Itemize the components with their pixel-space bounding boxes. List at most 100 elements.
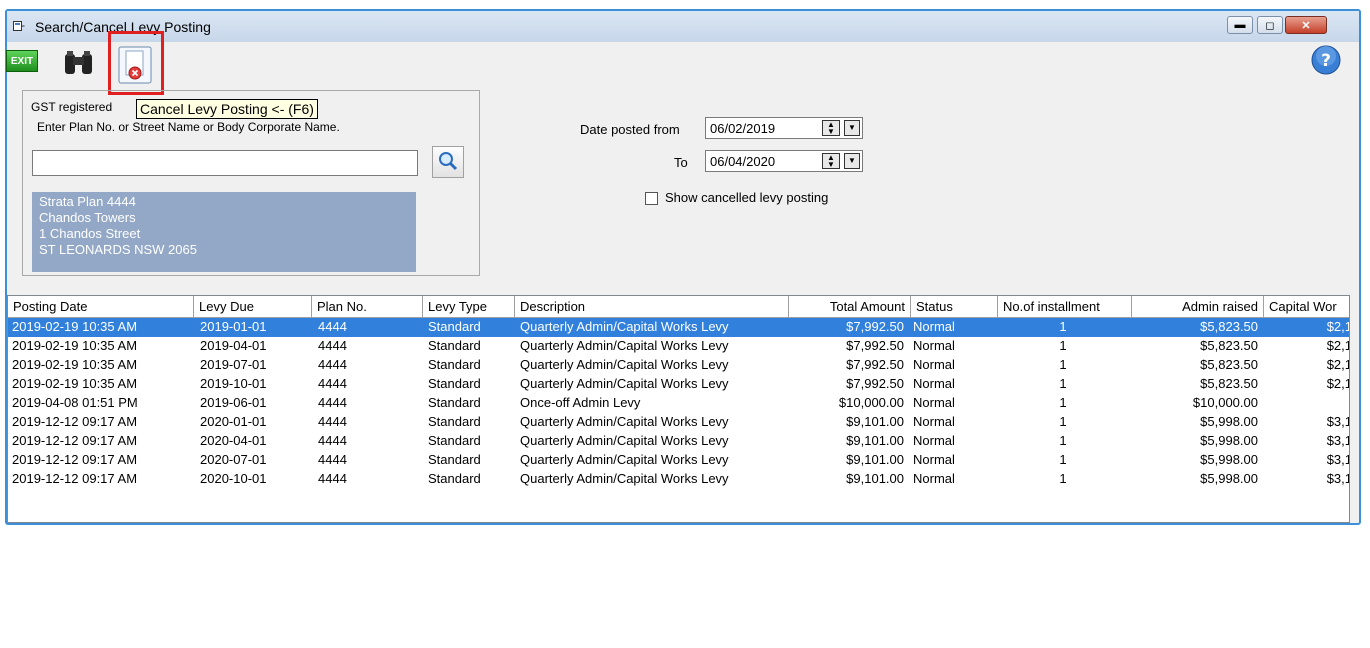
table-cell: 2020-07-01 <box>200 452 267 467</box>
column-header-description[interactable]: Description <box>515 296 789 318</box>
table-cell: 2019-10-01 <box>200 376 267 391</box>
table-cell: 2019-02-19 10:35 AM <box>12 376 138 391</box>
table-cell: $7,992.50 <box>846 376 904 391</box>
table-cell: $5,998.00 <box>1200 452 1258 467</box>
date-from-value: 06/02/2019 <box>710 121 776 136</box>
table-row[interactable]: 2019-02-19 10:35 AM 2019-10-01 4444 Standar… <box>8 375 1350 394</box>
magnifier-icon <box>439 152 458 171</box>
close-icon: ✕ <box>1301 19 1311 32</box>
table-cell: 4444 <box>318 357 347 372</box>
gst-registered-label: GST registered <box>28 100 116 114</box>
table-cell: $10,000.00 <box>1192 395 1258 410</box>
table-cell: Quarterly Admin/Capital Works Levy <box>520 414 729 429</box>
table-cell: 4444 <box>318 433 347 448</box>
table-cell: 1 <box>1059 452 1067 467</box>
table-cell: 2019-12-12 09:17 AM <box>12 452 138 467</box>
table-cell: $2,1 <box>1326 376 1350 391</box>
table-cell: 2019-02-19 10:35 AM <box>12 357 138 372</box>
plan-search-input[interactable] <box>32 150 418 176</box>
table-row[interactable]: 2019-12-12 09:17 AM 2020-07-01 4444 Standar… <box>8 451 1350 470</box>
column-header-levy-type[interactable]: Levy Type <box>423 296 515 318</box>
table-cell: Standard <box>428 357 481 372</box>
table-cell: Standard <box>428 452 481 467</box>
table-cell: Standard <box>428 338 481 353</box>
show-cancelled-checkbox[interactable] <box>645 192 658 205</box>
table-cell: Standard <box>428 433 481 448</box>
search-button[interactable] <box>432 146 464 178</box>
date-to-dropdown-icon[interactable]: ▼ <box>844 153 860 169</box>
table-cell: 2019-12-12 09:17 AM <box>12 433 138 448</box>
table-cell: Quarterly Admin/Capital Works Levy <box>520 433 729 448</box>
table-cell: $3,1 <box>1326 433 1350 448</box>
column-header-levy-due[interactable]: Levy Due <box>194 296 312 318</box>
minimize-icon: ▬ <box>1234 19 1246 31</box>
table-cell: Normal <box>913 338 955 353</box>
column-header-plan-no[interactable]: Plan No. <box>312 296 423 318</box>
column-header-posting-date[interactable]: Posting Date <box>8 296 194 318</box>
date-from-picker[interactable]: 06/02/2019 ▲ ▼ ▼ <box>705 117 863 139</box>
title-bar: Search/Cancel Levy Posting ▬ ◻ ✕ <box>7 11 1359 42</box>
table-row[interactable]: 2019-12-12 09:17 AM 2020-01-01 4444 Standar… <box>8 413 1349 432</box>
table-cell: Quarterly Admin/Capital Works Levy <box>520 471 729 486</box>
table-row[interactable]: 2019-02-19 10:35 AM 2019-04-01 4444 Standar… <box>8 337 1350 356</box>
table-cell: $2,1 <box>1326 357 1350 372</box>
table-cell: $7,992.50 <box>846 357 904 372</box>
maximize-icon: ◻ <box>1265 19 1275 32</box>
cancel-button-highlight <box>108 31 164 95</box>
table-cell: 4444 <box>318 319 347 334</box>
table-cell: $2,1 <box>1326 338 1350 353</box>
table-cell: 1 <box>1059 433 1067 448</box>
table-cell: Normal <box>913 357 955 372</box>
table-cell: $9,101.00 <box>846 433 904 448</box>
table-cell: $5,823.50 <box>1200 376 1258 391</box>
binoculars-icon[interactable] <box>62 50 96 76</box>
table-cell: $5,998.00 <box>1200 471 1258 486</box>
show-cancelled-label: Show cancelled levy posting <box>665 190 829 205</box>
table-cell: 2019-04-01 <box>200 338 267 353</box>
table-cell: $9,101.00 <box>846 471 904 486</box>
table-row[interactable]: 2019-04-08 01:51 PM 2019-06-01 4444 Standar… <box>8 394 1349 413</box>
table-cell: 2019-04-08 01:51 PM <box>12 395 138 410</box>
exit-button[interactable]: EXIT <box>6 50 38 72</box>
grid-header: Posting Date Levy Due Plan No. Levy Type… <box>8 296 1349 318</box>
table-cell: 4444 <box>318 395 347 410</box>
column-header-admin-raised[interactable]: Admin raised <box>1132 296 1264 318</box>
table-cell: 1 <box>1059 376 1067 391</box>
table-cell: Normal <box>913 376 955 391</box>
table-cell: $3,1 <box>1326 452 1350 467</box>
address-line: 1 Chandos Street <box>39 226 141 241</box>
help-icon[interactable]: ? <box>1311 45 1341 75</box>
table-cell: $5,998.00 <box>1200 414 1258 429</box>
maximize-button[interactable]: ◻ <box>1257 16 1283 34</box>
date-to-value: 06/04/2020 <box>710 154 776 169</box>
enter-plan-label: Enter Plan No. or Street Name or Body Co… <box>37 120 340 134</box>
minimize-button[interactable]: ▬ <box>1227 16 1253 34</box>
plan-address-box: Strata Plan 4444 Chandos Towers 1 Chando… <box>32 192 416 272</box>
table-cell: Normal <box>913 319 955 334</box>
table-row[interactable]: 2019-12-12 09:17 AM 2020-04-01 4444 Standar… <box>8 432 1350 451</box>
date-from-dropdown-icon[interactable]: ▼ <box>844 120 860 136</box>
column-header-installments[interactable]: No.of installment <box>998 296 1132 318</box>
table-cell: 2019-06-01 <box>200 395 267 410</box>
table-cell: $2,1 <box>1326 319 1350 334</box>
table-cell: $10,000.00 <box>838 395 904 410</box>
table-row[interactable]: 2019-02-19 10:35 AM 2019-01-01 4444 Standar… <box>8 318 1350 337</box>
table-cell: 4444 <box>318 471 347 486</box>
date-to-picker[interactable]: 06/04/2020 ▲ ▼ ▼ <box>705 150 863 172</box>
table-cell: 1 <box>1059 471 1067 486</box>
table-cell: Once-off Admin Levy <box>520 395 641 410</box>
table-cell: 2020-01-01 <box>200 414 267 429</box>
column-header-total-amount[interactable]: Total Amount <box>789 296 911 318</box>
table-row[interactable]: 2019-12-12 09:17 AM 2020-10-01 4444 Standar… <box>8 470 1349 489</box>
column-header-status[interactable]: Status <box>911 296 998 318</box>
table-cell: 4444 <box>318 376 347 391</box>
table-cell: Standard <box>428 471 481 486</box>
table-cell: Standard <box>428 414 481 429</box>
date-to-spinner[interactable]: ▲ ▼ <box>822 153 840 169</box>
app-icon <box>13 21 25 31</box>
close-button[interactable]: ✕ <box>1285 16 1327 34</box>
table-row[interactable]: 2019-02-19 10:35 AM 2019-07-01 4444 Standar… <box>8 356 1350 375</box>
date-from-spinner[interactable]: ▲ ▼ <box>822 120 840 136</box>
column-header-capital-works[interactable]: Capital Wor <box>1264 296 1349 318</box>
date-to-label: To <box>674 155 688 170</box>
